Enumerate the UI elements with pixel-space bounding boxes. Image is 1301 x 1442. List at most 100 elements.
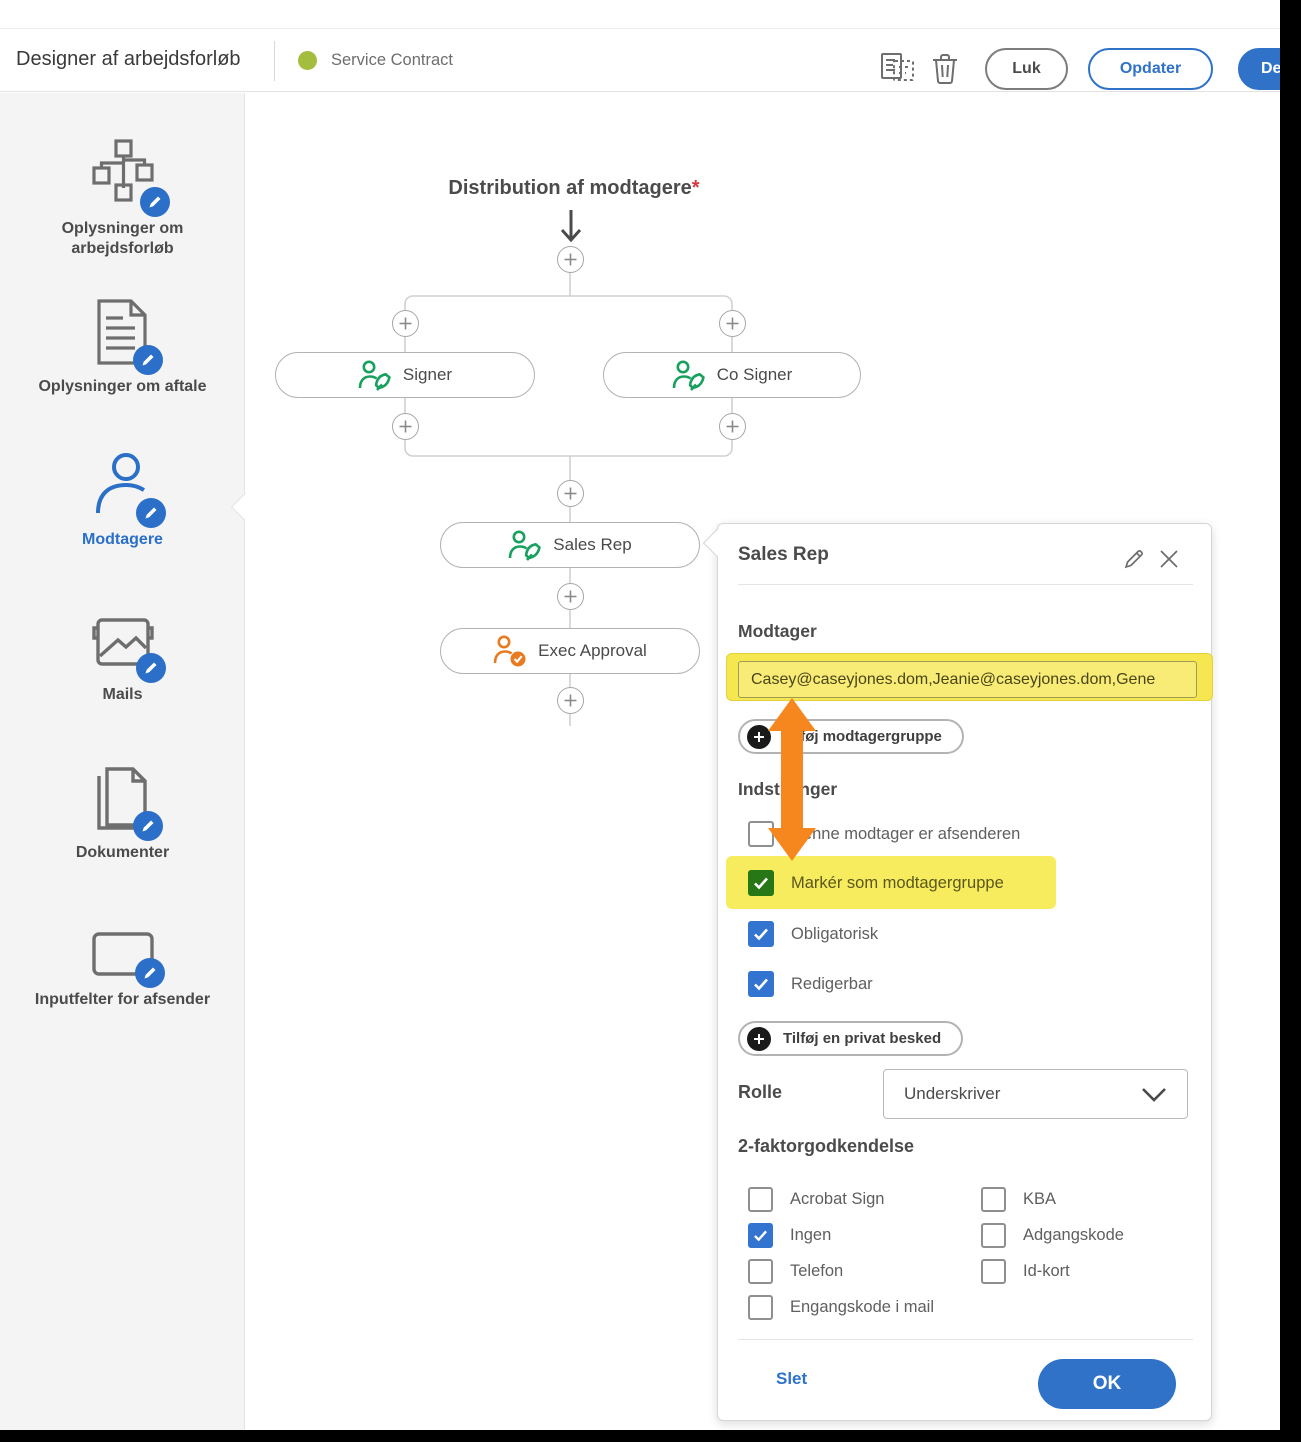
button-label: Tilføj modtagergruppe [783,728,942,745]
recipient-email-input[interactable] [738,661,1197,698]
add-recipient-group-button[interactable]: Tilføj modtagergruppe [738,719,964,754]
sidebar-item-emails[interactable]: Mails [0,610,245,705]
checkbox-label: Telefon [790,1262,843,1281]
add-recipient-button[interactable] [557,583,584,610]
sidebar-item-label: Oplysninger om aftale [23,377,223,397]
checkbox-unchecked[interactable] [748,1187,773,1212]
plus-icon [747,725,771,749]
auth-options-right: KBA Adgangskode Id-kort [981,1187,1124,1284]
checkbox-label: KBA [1023,1190,1056,1209]
plus-icon [747,1027,771,1051]
auth-row-password[interactable]: Adgangskode [981,1223,1124,1248]
workflow-designer-app: Designer af arbejdsforløb Service Contra… [0,0,1301,1442]
panel-divider [738,584,1193,585]
add-recipient-button[interactable] [719,413,746,440]
auth-row-otp-email[interactable]: Engangskode i mail [748,1295,934,1320]
close-panel-icon[interactable] [1158,548,1180,575]
sidebar-item-label: Oplysninger om arbejdsforløb [23,219,223,259]
checkbox-checked[interactable] [748,971,774,997]
twofactor-label: 2-faktorgodkendelse [738,1136,914,1157]
checkbox-unchecked[interactable] [748,821,774,847]
edit-badge-icon [133,345,163,375]
auth-row-id-card[interactable]: Id-kort [981,1259,1124,1284]
sidebar-item-label: Mails [23,685,223,705]
checkbox-checked[interactable] [748,1223,773,1248]
node-signer[interactable]: Signer [275,352,535,398]
checkbox-label: Adgangskode [1023,1226,1124,1245]
sidebar-item-workflow-info[interactable]: Oplysninger om arbejdsforløb [0,138,245,259]
header-divider [274,41,275,81]
sidebar-nav: Oplysninger om arbejdsforløb Oplysninger… [0,93,245,1430]
checkbox-unchecked[interactable] [748,1259,773,1284]
edit-badge-icon [140,187,170,217]
sidebar-item-documents[interactable]: Dokumenter [0,766,245,863]
checkbox-unchecked[interactable] [981,1223,1006,1248]
role-dropdown[interactable]: Underskriver [883,1069,1188,1119]
add-recipient-button[interactable] [557,480,584,507]
checkbox-label: Obligatorisk [791,925,878,944]
auth-options-left: Acrobat Sign Ingen Telefon Engangskode i… [748,1187,934,1320]
checkbox-label: Id-kort [1023,1262,1070,1281]
node-sales-rep[interactable]: Sales Rep [440,522,700,568]
panel-title: Sales Rep [738,544,829,566]
auth-row-phone[interactable]: Telefon [748,1259,934,1284]
add-private-message-button[interactable]: Tilføj en privat besked [738,1021,963,1056]
checkbox-unchecked[interactable] [981,1187,1006,1212]
node-label: Exec Approval [538,641,647,661]
edit-badge-icon [136,653,166,683]
sidebar-item-agreement-info[interactable]: Oplysninger om aftale [0,298,245,397]
edit-badge-icon [133,811,163,841]
checkbox-checked[interactable] [748,921,774,947]
settings-label: Indstillinger [738,779,837,800]
checkbox-row-sender[interactable]: Denne modtager er afsenderen [748,821,1020,847]
checkbox-label: Denne modtager er afsenderen [791,825,1020,844]
role-label: Rolle [738,1082,782,1103]
checkbox-unchecked[interactable] [748,1295,773,1320]
update-button[interactable]: Opdater [1088,48,1213,90]
role-value: Underskriver [904,1084,1000,1104]
edit-badge-icon [135,958,165,988]
sidebar-item-recipients[interactable]: Modtagere [0,451,245,550]
approver-icon [493,635,527,667]
checkbox-row-editable[interactable]: Redigerbar [748,971,873,997]
node-co-signer[interactable]: Co Signer [603,352,861,398]
add-recipient-button[interactable] [392,413,419,440]
checkbox-checked[interactable] [748,870,774,896]
close-button[interactable]: Luk [985,48,1068,90]
signer-icon [358,360,392,391]
edit-badge-icon [136,498,166,528]
auth-row-none[interactable]: Ingen [748,1223,934,1248]
node-label: Sales Rep [553,535,631,555]
auth-row-kba[interactable]: KBA [981,1187,1124,1212]
ok-button[interactable]: OK [1038,1359,1176,1409]
node-label: Signer [403,365,452,385]
checkbox-row-recipient-group[interactable]: Markér som modtagergruppe [748,870,1004,896]
node-label: Co Signer [717,365,793,385]
delete-workflow-icon[interactable] [931,52,961,89]
checkbox-label: Redigerbar [791,975,873,994]
add-recipient-button[interactable] [557,687,584,714]
sidebar-item-label: Inputfelter for afsender [23,990,223,1010]
letterbox-strip [0,1430,1301,1442]
letterbox-strip [1280,0,1301,1442]
edit-name-icon[interactable] [1123,548,1145,575]
add-recipient-button[interactable] [719,310,746,337]
checkbox-label: Ingen [790,1226,831,1245]
page-title: Designer af arbejdsforløb [16,48,241,71]
panel-divider [738,1339,1193,1340]
auth-row-acrobat-sign[interactable]: Acrobat Sign [748,1187,934,1212]
add-recipient-button[interactable] [392,310,419,337]
add-recipient-button[interactable] [557,246,584,273]
signer-icon [508,530,542,561]
delete-recipient-link[interactable]: Slet [776,1369,807,1389]
node-exec-approval[interactable]: Exec Approval [440,628,700,674]
status-dot-icon [298,51,317,70]
sidebar-item-sender-input-fields[interactable]: Inputfelter for afsender [0,931,245,1010]
checkbox-label: Acrobat Sign [790,1190,884,1209]
checkbox-label: Engangskode i mail [790,1298,934,1317]
duplicate-icon[interactable] [880,52,917,87]
checkbox-row-required[interactable]: Obligatorisk [748,921,878,947]
top-toolbar: Designer af arbejdsforløb Service Contra… [0,28,1301,92]
button-label: Tilføj en privat besked [783,1030,941,1047]
checkbox-unchecked[interactable] [981,1259,1006,1284]
